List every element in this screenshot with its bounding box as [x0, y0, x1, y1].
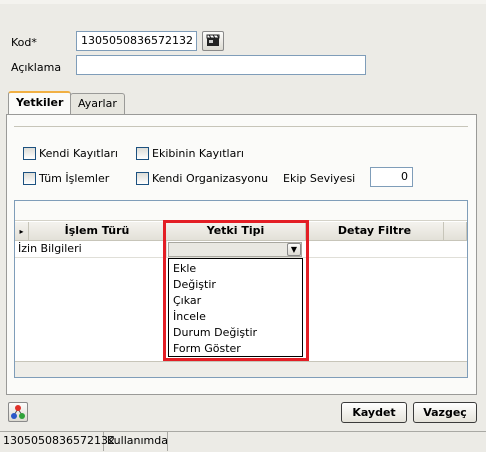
kendi-organizasyonu-checkbox[interactable]: [136, 172, 149, 185]
aciklama-label: Açıklama: [11, 61, 62, 74]
tab-yetkiler[interactable]: Yetkiler: [8, 91, 72, 115]
status-code: 1305050836572132: [0, 432, 115, 451]
ekip-seviyesi-input[interactable]: 0: [370, 167, 413, 187]
highlight-box: [163, 220, 309, 361]
tab-yetkiler-label: Yetkiler: [16, 96, 64, 109]
ekibinin-kayitlari-checkbox[interactable]: [136, 147, 149, 160]
tum-islemler-checkbox[interactable]: [23, 172, 36, 185]
aciklama-input[interactable]: [76, 55, 366, 75]
column-header-filler: [444, 222, 467, 241]
column-header-islem-turu[interactable]: İşlem Türü: [29, 222, 166, 241]
grid-scrollbar[interactable]: [15, 361, 467, 377]
workflow-icon: [11, 405, 25, 419]
ekibinin-kayitlari-label: Ekibinin Kayıtları: [152, 147, 244, 160]
kendi-kayitlari-label: Kendi Kayıtları: [39, 147, 118, 160]
cancel-button[interactable]: Vazgeç: [413, 402, 477, 423]
workflow-icon-button[interactable]: [8, 402, 28, 422]
panel-divider: [14, 126, 468, 127]
clapperboard-icon-button[interactable]: [202, 31, 224, 51]
kendi-kayitlari-checkbox[interactable]: [23, 147, 36, 160]
window-top-strip: [0, 0, 486, 4]
tab-ayarlar[interactable]: Ayarlar: [70, 93, 125, 115]
cell-islem-turu: İzin Bilgileri: [18, 242, 82, 255]
tum-islemler-label: Tüm İşlemler: [39, 172, 110, 185]
clapperboard-icon: [206, 34, 220, 46]
grid-group-strip: [15, 201, 467, 221]
row-indicator-header: ▸: [15, 222, 29, 241]
kod-input[interactable]: 1305050836572132: [76, 31, 197, 51]
column-header-detay-filtre[interactable]: Detay Filtre: [306, 222, 444, 241]
tab-ayarlar-label: Ayarlar: [78, 97, 117, 110]
status-state: Kullanımda: [104, 432, 168, 451]
kendi-organizasyonu-label: Kendi Organizasyonu: [152, 172, 269, 185]
kod-label: Kod*: [11, 36, 37, 49]
ekip-seviyesi-label: Ekip Seviyesi: [283, 172, 356, 185]
save-button[interactable]: Kaydet: [341, 402, 407, 423]
